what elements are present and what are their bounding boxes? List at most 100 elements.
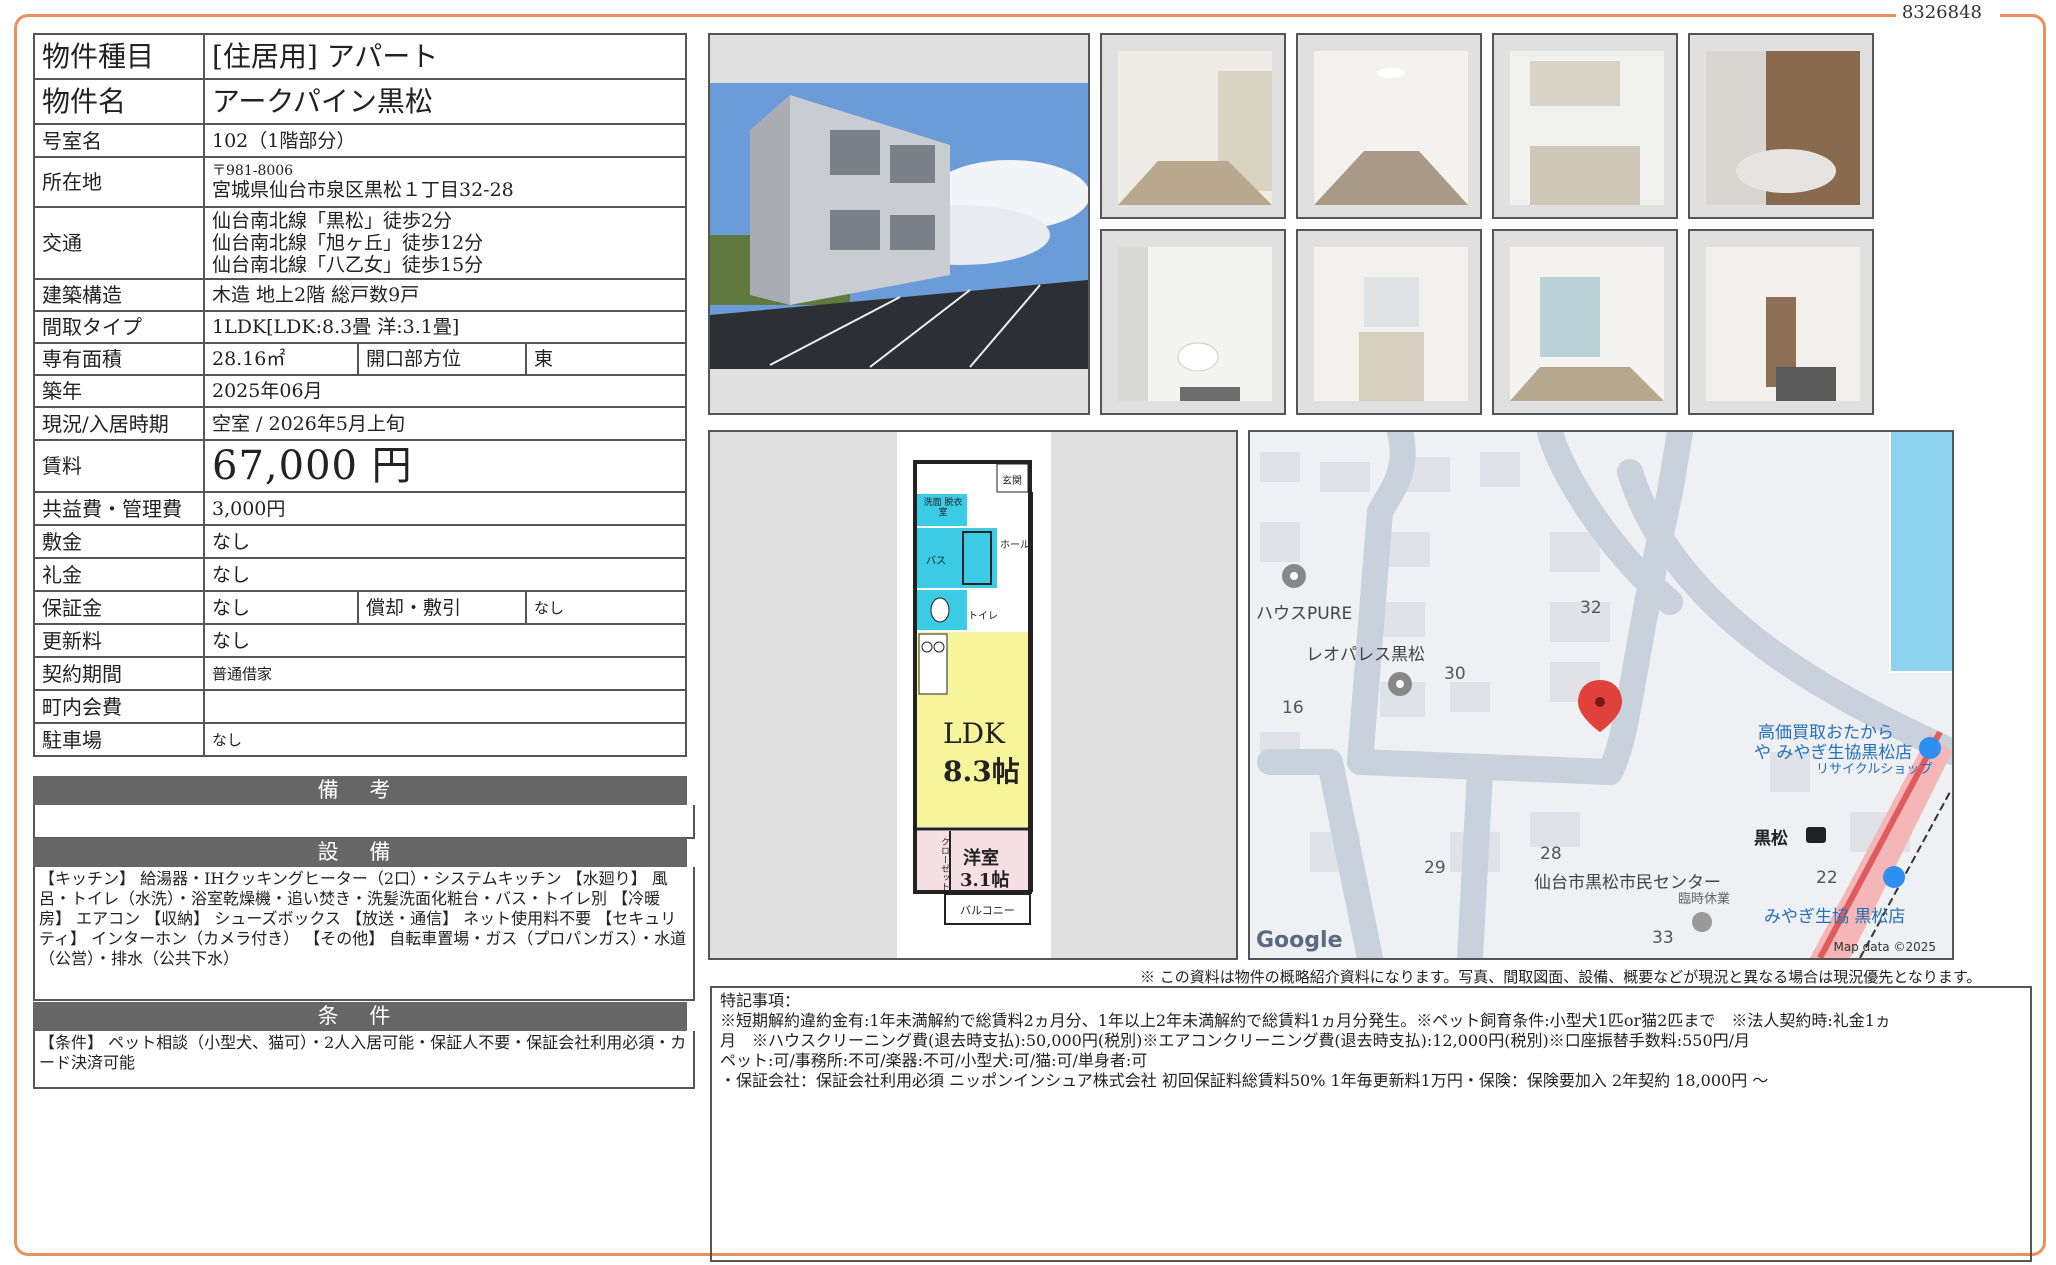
address-label: 所在地 [33,156,205,208]
interior-image [1510,51,1664,205]
fp-toilet: トイレ [968,611,998,622]
type-label: 物件種目 [33,33,205,80]
access-line: 仙台南北線「旭ヶ丘」徒歩12分 [212,232,484,254]
interior-image [1118,51,1272,205]
interior-image [1314,247,1468,401]
map-label: 30 [1444,664,1466,684]
contract-value: 普通借家 [203,656,687,691]
equipment-heading: 設 備 [33,838,687,867]
disclaimer: ※ この資料は物件の概略紹介資料になります。写真、間取図面、設備、概要などが現況… [1140,968,1982,986]
rent-label: 賃料 [33,439,205,493]
fp-western-size: 3.1帖 [960,870,1010,891]
access-label: 交通 [33,206,205,280]
interior-photo-ldk[interactable] [1100,33,1286,219]
map-label: 22 [1816,868,1838,888]
property-info-table: 物件種目 [住居用] アパート 物件名 アークパイン黒松 号室名 102（1階部… [33,33,687,757]
conditions-heading: 条 件 [33,1002,687,1031]
name-label: 物件名 [33,78,205,125]
interior-photo-western[interactable] [1492,229,1678,415]
interior-image [1118,247,1272,401]
structure-label: 建築構造 [33,278,205,312]
special-notes-line: ・保証会社：保証会社利用必須 ニッポンインシュア株式会社 初回保証料総賃料50%… [720,1071,1769,1090]
interior-photo-entrance[interactable] [1688,229,1874,415]
structure-value: 木造 地上2階 総戸数9戸 [203,278,687,312]
fp-entrance: 玄関 [1002,476,1022,487]
map-attribution: Map data ©2025 [1833,940,1936,954]
special-notes: 特記事項： ※短期解約違約金有:1年未満解約で総賃料2ヵ月分、1年以上2年未満解… [710,986,2032,1262]
guarantee-label: 保証金 [33,590,205,625]
fp-balcony: バルコニー [960,904,1015,917]
rent-value: 67,000 円 [203,439,687,493]
fee-value: 3,000円 [203,491,687,526]
access-line: 仙台南北線「八乙女」徒歩15分 [212,254,484,276]
room-value: 102（1階部分） [203,123,687,158]
access-line: 仙台南北線「黒松」徒歩2分 [212,210,453,232]
document-id: 8326848 [1901,2,1982,23]
interior-photo-room[interactable] [1296,33,1482,219]
interior-image [1510,247,1664,401]
fp-bath: バス [926,556,946,567]
layout-value: 1LDK[LDK:8.3畳 洋:3.1畳] [203,310,687,344]
contract-label: 契約期間 [33,656,205,691]
floorplan-panel[interactable]: 玄関 ホール 洗面 脱衣室 バス トイレ LDK 8.3帖 洋室 3.1帖 クロ… [708,430,1238,960]
special-notes-title: 特記事項： [720,991,801,1010]
address-value: 宮城県仙台市泉区黒松１丁目32-28 [212,179,514,201]
equipment-text: 【キッチン】 給湯器・IHクッキングヒーター（2口）・システムキッチン 【水廻り… [33,867,695,1001]
direction-value: 東 [525,342,687,376]
map-label: みやぎ生協 黒松店 [1764,907,1906,927]
map-label: リサイクルショップ [1816,762,1933,777]
map-label: 黒松 [1754,829,1788,849]
deposit-value: なし [203,524,687,559]
map-label: 16 [1282,698,1304,718]
status-label: 現況/入居時期 [33,406,205,441]
renewal-value: なし [203,623,687,658]
interior-photo-toilet[interactable] [1100,229,1286,415]
fp-closet: クローゼット [939,837,949,891]
interior-photo-washroom[interactable] [1296,229,1482,415]
fp-ldk-label: LDK [943,717,1005,750]
room-label: 号室名 [33,123,205,158]
google-logo: Google [1256,928,1343,953]
map-label: レオパレス黒松 [1306,645,1425,665]
map-label: 臨時休業 [1678,892,1731,907]
status-value: 空室 / 2026年5月上旬 [203,406,687,441]
fp-hall: ホール [1000,540,1030,551]
layout-label: 間取タイプ [33,310,205,344]
built-value: 2025年06月 [203,374,687,408]
remarks-heading: 備 考 [33,776,687,805]
special-notes-line: ペット:可/事務所:不可/楽器:不可/小型犬:可/猫:可/単身者:可 [720,1051,1148,1070]
access-cell: 仙台南北線「黒松」徒歩2分 仙台南北線「旭ヶ丘」徒歩12分 仙台南北線「八乙女」… [203,206,687,280]
parking-value: なし [203,722,687,757]
direction-label: 開口部方位 [357,342,527,376]
interior-photo-bath[interactable] [1688,33,1874,219]
map-panel[interactable]: ハウスPURE レオパレス黒松 32 30 16 高価買取おたから や みやぎ生… [1248,430,1954,960]
interior-photo-kitchen[interactable] [1492,33,1678,219]
area-label: 専有面積 [33,342,205,376]
fp-wash: 洗面 脱衣室 [923,498,963,518]
special-notes-line: 月 ※ハウスクリーニング費(退去時支払):50,000円(税別)※エアコンクリー… [720,1031,1751,1050]
exterior-photo[interactable] [708,33,1090,415]
community-label: 町内会費 [33,689,205,724]
address-zip: 〒981-8006 [212,163,294,179]
fp-ldk-size: 8.3帖 [943,755,1020,788]
conditions-text: 【条件】 ペット相談（小型犬、猫可）・2人入居可能・保証人不要・保証会社利用必須… [33,1031,695,1089]
key-money-value: なし [203,557,687,592]
address-cell: 〒981-8006 宮城県仙台市泉区黒松１丁目32-28 [203,156,687,208]
deposit-label: 敷金 [33,524,205,559]
amort-value: なし [525,590,687,625]
amort-label: 償却・敷引 [357,590,527,625]
interior-image [1314,51,1468,205]
area-value: 28.16㎡ [203,342,359,376]
map-label: 33 [1652,928,1674,948]
fee-label: 共益費・管理費 [33,491,205,526]
map-label: ハウスPURE [1256,604,1353,624]
renewal-label: 更新料 [33,623,205,658]
name-value: アークパイン黒松 [203,78,687,125]
map-label: 29 [1424,858,1446,878]
guarantee-value: なし [203,590,359,625]
key-money-label: 礼金 [33,557,205,592]
remarks-box [33,805,695,839]
exterior-image [710,83,1088,369]
map-label: 32 [1580,598,1602,618]
map-label: 28 [1540,844,1562,864]
